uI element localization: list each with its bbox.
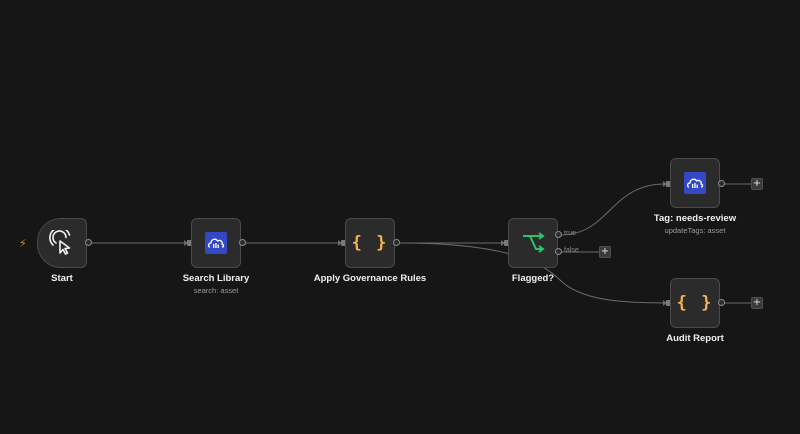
node-flagged[interactable]: [508, 218, 558, 268]
node-search-library-sublabel: search: asset: [193, 286, 239, 295]
add-node-audit-button[interactable]: +: [751, 297, 763, 309]
node-search-library-label: Search Library: [182, 273, 250, 284]
flagged-false-handle[interactable]: [555, 248, 562, 255]
node-start-label: Start: [51, 273, 73, 284]
node-tag-review-label: Tag: needs-review: [653, 213, 737, 224]
branch-false-label: false: [564, 247, 579, 254]
node-apply-rules[interactable]: { }: [345, 218, 395, 268]
code-braces-icon: { }: [676, 293, 714, 313]
flagged-true-handle[interactable]: [555, 231, 562, 238]
node-audit-report-label: Audit Report: [666, 333, 724, 344]
cloudinary-icon: [205, 232, 227, 254]
node-audit-report[interactable]: { }: [670, 278, 720, 328]
workflow-canvas[interactable]: ⚡ Start Search Library search: asset { }…: [0, 0, 800, 434]
node-tag-review-sublabel: updateTags: asset: [664, 226, 726, 235]
tag-output-handle[interactable]: [718, 180, 725, 187]
search-output-handle[interactable]: [239, 239, 246, 246]
rules-output-handle[interactable]: [393, 239, 400, 246]
cloudinary-icon: [684, 172, 706, 194]
node-start[interactable]: [37, 218, 87, 268]
audit-output-handle[interactable]: [718, 299, 725, 306]
node-apply-rules-label: Apply Governance Rules: [313, 273, 427, 284]
code-braces-icon: { }: [351, 233, 389, 253]
cursor-click-icon: [49, 230, 71, 255]
add-node-false-button[interactable]: +: [599, 246, 611, 258]
branch-true-label: true: [564, 230, 577, 237]
node-search-library[interactable]: [191, 218, 241, 268]
node-tag-review[interactable]: [670, 158, 720, 208]
branch-if-icon: [523, 232, 545, 253]
add-node-tag-button[interactable]: +: [751, 178, 763, 190]
trigger-bolt-icon: ⚡: [19, 237, 27, 250]
start-output-handle[interactable]: [85, 239, 92, 246]
node-flagged-label: Flagged?: [511, 273, 555, 284]
